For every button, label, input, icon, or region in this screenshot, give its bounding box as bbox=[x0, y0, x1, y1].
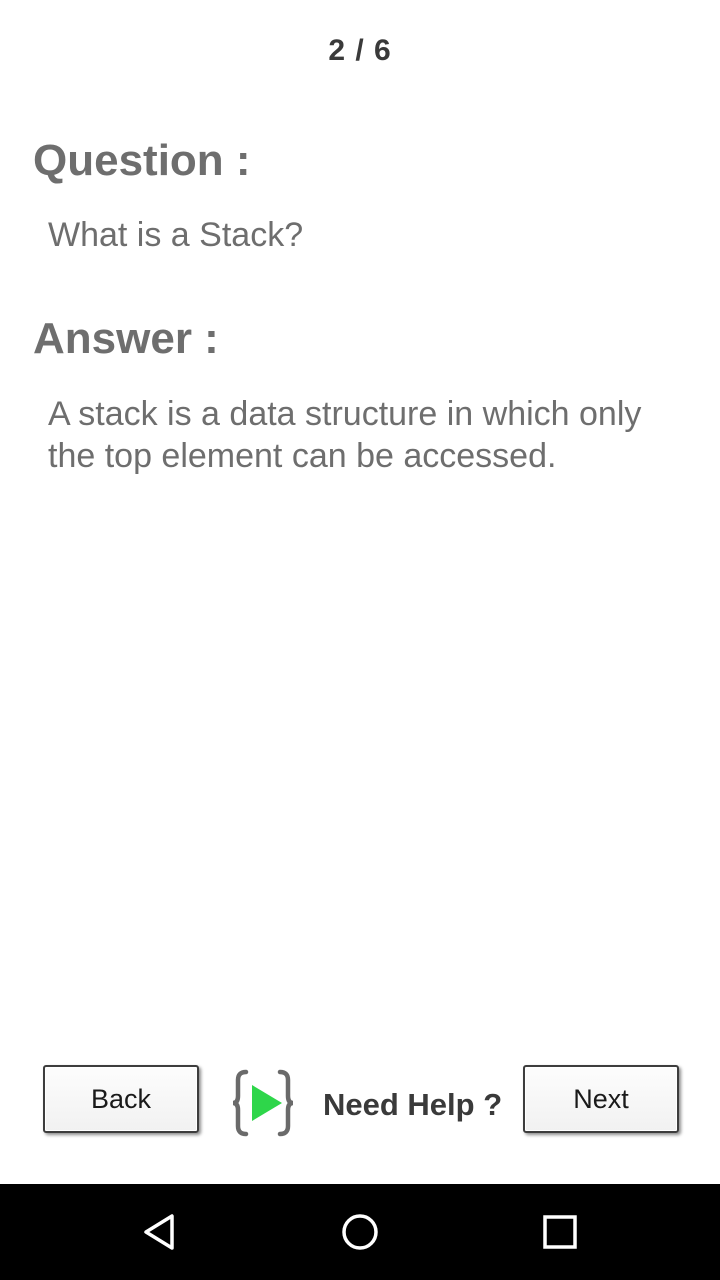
nav-home-button[interactable] bbox=[330, 1202, 390, 1262]
question-text: What is a Stack? bbox=[48, 216, 304, 254]
card-counter: 2 / 6 bbox=[328, 34, 392, 67]
back-button[interactable]: Back bbox=[43, 1065, 199, 1133]
next-button[interactable]: Next bbox=[523, 1065, 679, 1133]
home-circle-icon bbox=[342, 1214, 378, 1250]
system-navigation-bar bbox=[0, 1184, 720, 1280]
need-help-link[interactable]: Need Help ? bbox=[323, 1087, 502, 1123]
answer-text: A stack is a data structure in which onl… bbox=[48, 395, 642, 475]
flashcard-screen: 2 / 6 Question : What is a Stack? Answer… bbox=[0, 0, 720, 1280]
bracket-play-logo-icon[interactable] bbox=[230, 1068, 296, 1138]
nav-back-button[interactable] bbox=[130, 1202, 190, 1262]
nav-recents-button[interactable] bbox=[530, 1202, 590, 1262]
recents-square-icon bbox=[543, 1215, 577, 1249]
question-heading: Question : bbox=[33, 136, 251, 185]
answer-heading: Answer : bbox=[33, 314, 219, 363]
back-triangle-icon bbox=[144, 1214, 174, 1250]
